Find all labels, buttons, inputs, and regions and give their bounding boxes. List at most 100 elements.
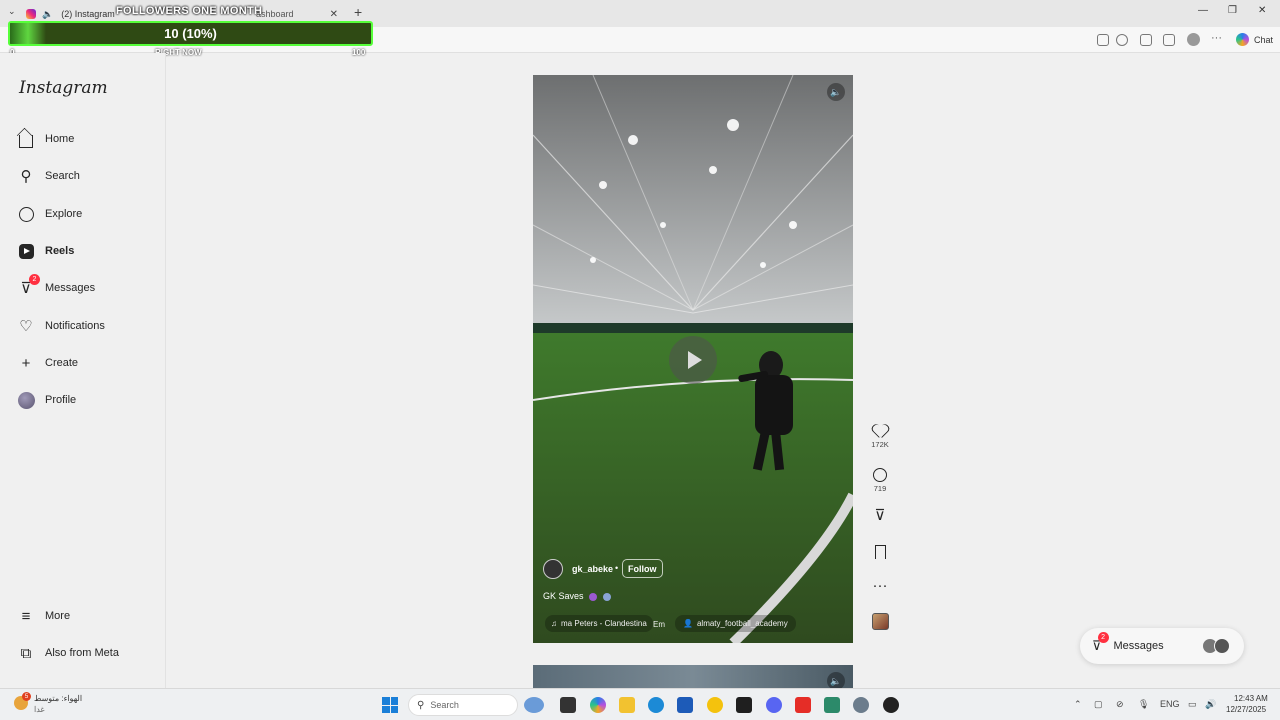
messages-floating-button[interactable]: ⊽ 2 Messages [1080,628,1244,664]
kick-app-icon[interactable] [736,697,752,713]
progress-max-label: 100 [352,48,366,57]
purple-emoji-icon [589,592,598,601]
home-icon [17,130,35,148]
new-tab-button[interactable]: + [354,4,362,20]
instagram-logo[interactable]: Instagram [19,78,108,98]
favorite-star-icon[interactable] [1116,34,1128,46]
chrome-app-icon[interactable] [707,697,723,713]
nav-more-label: More [45,610,71,622]
browser-menu-icon[interactable]: ··· [1211,32,1222,44]
tagged-user[interactable]: 👤 almaty_football_academy [675,615,796,632]
weather-badge: 5 [22,692,31,701]
terminal-app-icon[interactable] [560,697,576,713]
music-title: ma Peters - Clandestina [561,619,647,628]
heart-icon: ♡ [19,318,33,335]
nav-create[interactable]: + Create [17,352,78,374]
author-username[interactable]: gk_abeke [572,564,613,574]
settings-app-icon[interactable] [853,697,869,713]
taskbar-search-placeholder: Search [430,700,459,710]
display-icon[interactable]: ▭ [1188,699,1197,710]
nav-home[interactable]: Home [17,128,74,150]
share-paper-plane-icon[interactable]: ⊽ [866,507,894,525]
widget-app-icon[interactable] [524,697,544,713]
copilot-icon[interactable] [1236,33,1249,46]
comment-icon[interactable] [873,468,887,482]
music-tag[interactable]: ♫ ma Peters - Clandestina [545,615,653,632]
messages-pill-label: Messages [1113,640,1164,652]
bookmark-icon[interactable] [874,545,886,559]
youtube-app-icon[interactable] [795,697,811,713]
caption-text: GK Saves [543,591,584,601]
more-options[interactable]: ··· [866,577,894,595]
clock-time[interactable]: 12:43 AM [1234,694,1268,703]
author-avatar[interactable] [543,559,563,579]
copilot-app-icon[interactable] [590,697,606,713]
extensions-icon[interactable] [1140,34,1152,46]
nav-messages[interactable]: ⊽ 2 Messages [17,274,96,299]
comment-action[interactable]: 719 [866,466,894,493]
nav-reels[interactable]: Reels [17,240,74,262]
edge-browser-icon[interactable] [648,697,664,713]
store-app-icon[interactable] [677,697,693,713]
compass-icon [17,205,35,223]
nav-more[interactable]: ≡ More [17,605,70,627]
tray-chevron-icon[interactable]: ⌃ [1074,699,1082,710]
close-window-button[interactable]: ✕ [1258,5,1266,16]
messenger-icon: ⊽ 2 [17,274,40,297]
tab-list-chevron-icon[interactable]: ⌄ [8,6,16,17]
chat-label[interactable]: Chat [1254,35,1273,45]
hamburger-icon: ≡ [21,607,31,625]
music-note-icon: ♫ [551,619,557,628]
taskbar-search[interactable]: ⚲ Search [408,694,518,716]
weather-text[interactable]: الهواء: متوسط [34,694,82,703]
comment-count: 719 [873,484,887,493]
nav-also-from-meta[interactable]: ⧉ Also from Meta [17,642,119,664]
nav-notifications-label: Notifications [45,320,105,332]
discord-app-icon[interactable] [766,697,782,713]
search-icon: ⚲ [417,699,425,711]
nav-notifications[interactable]: ♡ Notifications [17,315,105,337]
follow-button[interactable]: Follow [622,559,663,578]
tab-close-icon[interactable]: ✕ [330,9,338,20]
followers-progress-bar: 10 (10%) [8,21,373,46]
language-indicator[interactable]: ENG [1160,699,1180,709]
nav-profile[interactable]: Profile [17,389,76,411]
tray-app-icon[interactable]: ▢ [1094,699,1103,710]
microphone-icon[interactable]: 🎙 [1138,699,1149,710]
apps-icon[interactable] [1097,34,1109,46]
windows-taskbar: 5 الهواء: متوسط غدا ⚲ Search ⌃ ▢ ⊘ 🎙 ENG… [0,688,1280,720]
browser-profile-avatar[interactable] [1187,33,1200,46]
like-heart-icon[interactable] [873,425,887,438]
restore-button[interactable]: ❐ [1228,5,1237,16]
start-button[interactable] [382,697,398,713]
instagram-favicon-icon [26,9,36,19]
nav-meta-label: Also from Meta [45,647,119,659]
person-icon: 👤 [683,619,693,628]
meta-apps-icon: ⧉ [20,644,32,662]
play-button[interactable] [669,336,717,384]
like-action[interactable]: 172K [866,423,894,449]
tab-title: (2) Instagram [61,9,115,19]
tray-network-off-icon[interactable]: ⊘ [1116,699,1124,710]
share-action[interactable]: ⊽ [866,507,894,525]
reel-video[interactable]: 🔈 gk_abeke • Follow GK Saves ♫ ma Peters… [533,75,853,643]
favorites-icon[interactable] [1163,34,1175,46]
more-options-icon[interactable]: ··· [866,577,894,595]
tab-audio-icon[interactable]: 🔈 [42,9,53,20]
save-action[interactable] [866,543,894,561]
spreadsheet-app-icon[interactable] [824,697,840,713]
messages-badge: 2 [29,274,40,285]
volume-tray-icon[interactable]: 🔊 [1205,699,1216,710]
nav-explore[interactable]: Explore [17,203,82,225]
nav-search[interactable]: ⚲ Search [17,165,80,187]
volume-icon[interactable]: 🔈 [827,83,845,101]
obs-app-icon[interactable] [883,697,899,713]
minimize-button[interactable]: — [1198,5,1208,16]
ball-emoji-icon [602,592,611,601]
clock-date[interactable]: 12/27/2025 [1226,705,1266,714]
nav-messages-label: Messages [45,282,96,294]
file-explorer-icon[interactable] [619,697,635,713]
nav-explore-label: Explore [45,208,83,220]
messages-pill-badge: 2 [1097,632,1109,643]
original-audio-thumbnail[interactable] [872,613,889,630]
